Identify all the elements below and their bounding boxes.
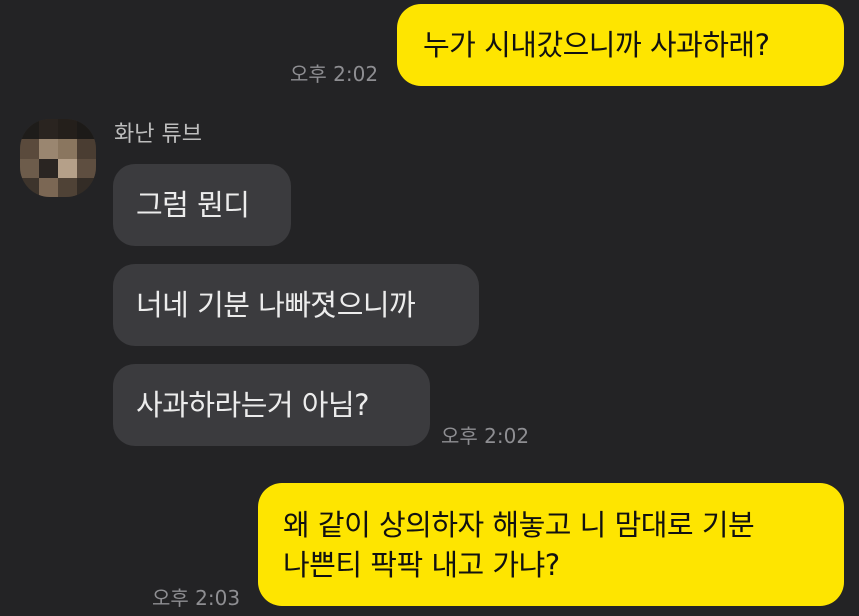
sender-name: 화난 튜브: [114, 122, 202, 147]
message-text: 사과하라는거 아님?: [136, 388, 370, 422]
message-text: 그럼 뭔디: [136, 188, 250, 222]
partner-message-bubble[interactable]: 사과하라는거 아님?: [113, 364, 430, 446]
message-timestamp: 오후 2:03: [152, 586, 241, 610]
message-text-line: 나쁜티 팍팍 내고 가냐?: [283, 548, 560, 582]
my-message-bubble[interactable]: 누가 시내갔으니까 사과하래?: [397, 4, 844, 86]
my-message-bubble[interactable]: 왜 같이 상의하자 해놓고 니 맘대로 기분 나쁜티 팍팍 내고 가냐?: [258, 483, 844, 606]
message-text: 너네 기분 나빠졋으니까: [136, 288, 416, 322]
message-text: 누가 시내갔으니까 사과하래?: [423, 28, 770, 62]
chat-screen: 누가 시내갔으니까 사과하래? 오후 2:02 화난 튜브 그럼 뭔디 너네 기…: [0, 0, 859, 616]
partner-message-bubble[interactable]: 너네 기분 나빠졋으니까: [113, 264, 479, 346]
message-timestamp: 오후 2:02: [290, 62, 379, 86]
message-timestamp: 오후 2:02: [441, 424, 530, 448]
profile-avatar[interactable]: [20, 119, 96, 197]
pixelated-profile-photo-icon: [20, 119, 96, 197]
message-text-line: 왜 같이 상의하자 해놓고 니 맘대로 기분: [283, 508, 755, 542]
partner-message-bubble[interactable]: 그럼 뭔디: [113, 164, 291, 246]
